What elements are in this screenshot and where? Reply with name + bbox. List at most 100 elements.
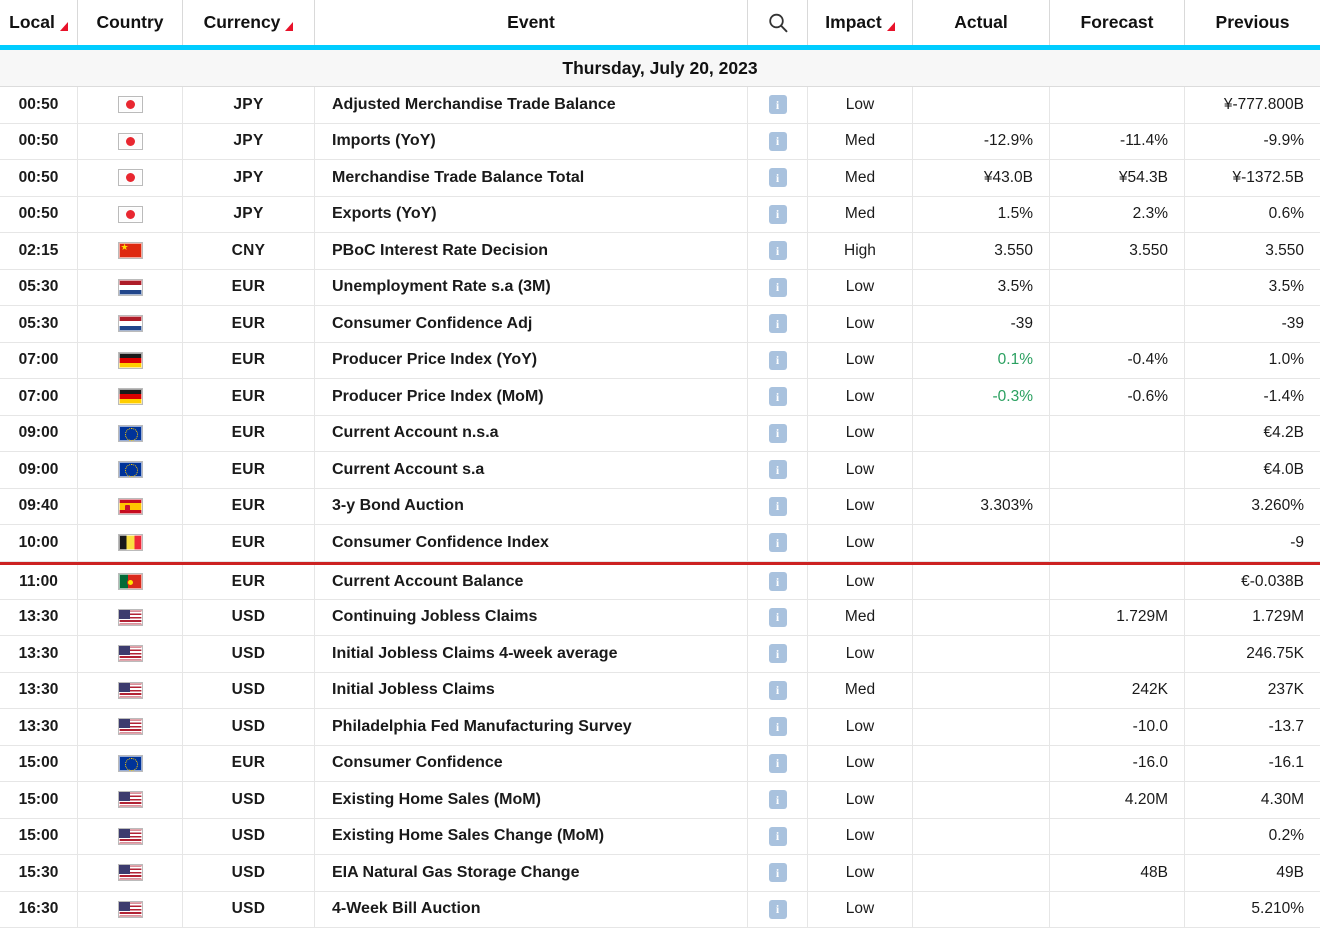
sort-arrow-icon[interactable]: [887, 22, 895, 31]
table-row[interactable]: 13:30USDPhiladelphia Fed Manufacturing S…: [0, 709, 1320, 746]
cell-info[interactable]: i: [748, 600, 808, 636]
cell-info[interactable]: i: [748, 525, 808, 561]
cell-info[interactable]: i: [748, 782, 808, 818]
info-icon[interactable]: i: [769, 278, 787, 297]
cell-info[interactable]: i: [748, 160, 808, 196]
info-icon[interactable]: i: [769, 241, 787, 260]
column-header-actual[interactable]: Actual: [913, 0, 1050, 45]
column-header-event[interactable]: Event: [315, 0, 748, 45]
cell-info[interactable]: i: [748, 819, 808, 855]
table-row[interactable]: 07:00EURProducer Price Index (MoM)iLow-0…: [0, 379, 1320, 416]
table-row[interactable]: 00:50JPYAdjusted Merchandise Trade Balan…: [0, 87, 1320, 124]
info-icon[interactable]: i: [769, 863, 787, 882]
cell-info[interactable]: i: [748, 233, 808, 269]
table-row[interactable]: 10:00EURConsumer Confidence IndexiLow-9: [0, 525, 1320, 562]
table-row[interactable]: 09:00EURCurrent Account s.aiLow€4.0B: [0, 452, 1320, 489]
cell-info[interactable]: i: [748, 673, 808, 709]
cell-event[interactable]: Continuing Jobless Claims: [315, 600, 748, 636]
table-row[interactable]: 13:30USDContinuing Jobless ClaimsiMed1.7…: [0, 600, 1320, 637]
cell-event[interactable]: Current Account n.s.a: [315, 416, 748, 452]
info-icon[interactable]: i: [769, 314, 787, 333]
column-header-local[interactable]: Local: [0, 0, 78, 45]
cell-info[interactable]: i: [748, 746, 808, 782]
cell-info[interactable]: i: [748, 87, 808, 123]
cell-event[interactable]: Adjusted Merchandise Trade Balance: [315, 87, 748, 123]
table-row[interactable]: 15:00USDExisting Home Sales Change (MoM)…: [0, 819, 1320, 856]
table-row[interactable]: 15:00EURConsumer ConfidenceiLow-16.0-16.…: [0, 746, 1320, 783]
cell-info[interactable]: i: [748, 636, 808, 672]
cell-info[interactable]: i: [748, 565, 808, 599]
cell-info[interactable]: i: [748, 892, 808, 928]
table-row[interactable]: 13:30USDInitial Jobless ClaimsiMed242K23…: [0, 673, 1320, 710]
cell-event[interactable]: 3-y Bond Auction: [315, 489, 748, 525]
info-icon[interactable]: i: [769, 827, 787, 846]
cell-event[interactable]: Producer Price Index (YoY): [315, 343, 748, 379]
column-header-currency[interactable]: Currency: [183, 0, 315, 45]
cell-info[interactable]: i: [748, 452, 808, 488]
cell-event[interactable]: Merchandise Trade Balance Total: [315, 160, 748, 196]
table-row[interactable]: 00:50JPYExports (YoY)iMed1.5%2.3%0.6%: [0, 197, 1320, 234]
cell-event[interactable]: Existing Home Sales Change (MoM): [315, 819, 748, 855]
cell-event[interactable]: Consumer Confidence: [315, 746, 748, 782]
cell-info[interactable]: i: [748, 306, 808, 342]
table-row[interactable]: 13:30USDInitial Jobless Claims 4-week av…: [0, 636, 1320, 673]
info-icon[interactable]: i: [769, 132, 787, 151]
info-icon[interactable]: i: [769, 717, 787, 736]
table-row[interactable]: 05:30EURUnemployment Rate s.a (3M)iLow3.…: [0, 270, 1320, 307]
table-row[interactable]: 15:30USDEIA Natural Gas Storage ChangeiL…: [0, 855, 1320, 892]
info-icon[interactable]: i: [769, 572, 787, 591]
cell-event[interactable]: Consumer Confidence Adj: [315, 306, 748, 342]
table-row[interactable]: 00:50JPYMerchandise Trade Balance Totali…: [0, 160, 1320, 197]
column-header-search[interactable]: [748, 0, 808, 45]
cell-event[interactable]: Initial Jobless Claims: [315, 673, 748, 709]
info-icon[interactable]: i: [769, 900, 787, 919]
table-row[interactable]: 11:00EURCurrent Account BalanceiLow€-0.0…: [0, 562, 1320, 600]
cell-event[interactable]: Current Account s.a: [315, 452, 748, 488]
cell-event[interactable]: Unemployment Rate s.a (3M): [315, 270, 748, 306]
sort-arrow-icon[interactable]: [60, 22, 68, 31]
table-row[interactable]: 00:50JPYImports (YoY)iMed-12.9%-11.4%-9.…: [0, 124, 1320, 161]
cell-event[interactable]: Imports (YoY): [315, 124, 748, 160]
cell-event[interactable]: Consumer Confidence Index: [315, 525, 748, 561]
info-icon[interactable]: i: [769, 460, 787, 479]
cell-info[interactable]: i: [748, 379, 808, 415]
cell-event[interactable]: Exports (YoY): [315, 197, 748, 233]
info-icon[interactable]: i: [769, 681, 787, 700]
info-icon[interactable]: i: [769, 497, 787, 516]
info-icon[interactable]: i: [769, 533, 787, 552]
table-row[interactable]: 02:15CNYPBoC Interest Rate DecisioniHigh…: [0, 233, 1320, 270]
search-icon[interactable]: [767, 12, 789, 34]
cell-info[interactable]: i: [748, 489, 808, 525]
info-icon[interactable]: i: [769, 387, 787, 406]
table-row[interactable]: 05:30EURConsumer Confidence AdjiLow-39-3…: [0, 306, 1320, 343]
info-icon[interactable]: i: [769, 205, 787, 224]
cell-event[interactable]: Initial Jobless Claims 4-week average: [315, 636, 748, 672]
cell-event[interactable]: 4-Week Bill Auction: [315, 892, 748, 928]
sort-arrow-icon[interactable]: [285, 22, 293, 31]
table-row[interactable]: 16:30USD4-Week Bill AuctioniLow5.210%: [0, 892, 1320, 928]
cell-event[interactable]: EIA Natural Gas Storage Change: [315, 855, 748, 891]
column-header-impact[interactable]: Impact: [808, 0, 913, 45]
info-icon[interactable]: i: [769, 644, 787, 663]
cell-info[interactable]: i: [748, 855, 808, 891]
column-header-forecast[interactable]: Forecast: [1050, 0, 1185, 45]
info-icon[interactable]: i: [769, 790, 787, 809]
info-icon[interactable]: i: [769, 608, 787, 627]
cell-info[interactable]: i: [748, 270, 808, 306]
cell-event[interactable]: Producer Price Index (MoM): [315, 379, 748, 415]
table-row[interactable]: 09:00EURCurrent Account n.s.aiLow€4.2B: [0, 416, 1320, 453]
table-row[interactable]: 09:40EUR3-y Bond AuctioniLow3.303%3.260%: [0, 489, 1320, 526]
table-row[interactable]: 15:00USDExisting Home Sales (MoM)iLow4.2…: [0, 782, 1320, 819]
info-icon[interactable]: i: [769, 168, 787, 187]
info-icon[interactable]: i: [769, 95, 787, 114]
column-header-previous[interactable]: Previous: [1185, 0, 1320, 45]
info-icon[interactable]: i: [769, 351, 787, 370]
cell-event[interactable]: Existing Home Sales (MoM): [315, 782, 748, 818]
cell-info[interactable]: i: [748, 197, 808, 233]
cell-info[interactable]: i: [748, 709, 808, 745]
info-icon[interactable]: i: [769, 424, 787, 443]
cell-info[interactable]: i: [748, 343, 808, 379]
cell-info[interactable]: i: [748, 124, 808, 160]
cell-event[interactable]: Philadelphia Fed Manufacturing Survey: [315, 709, 748, 745]
cell-event[interactable]: Current Account Balance: [315, 565, 748, 599]
